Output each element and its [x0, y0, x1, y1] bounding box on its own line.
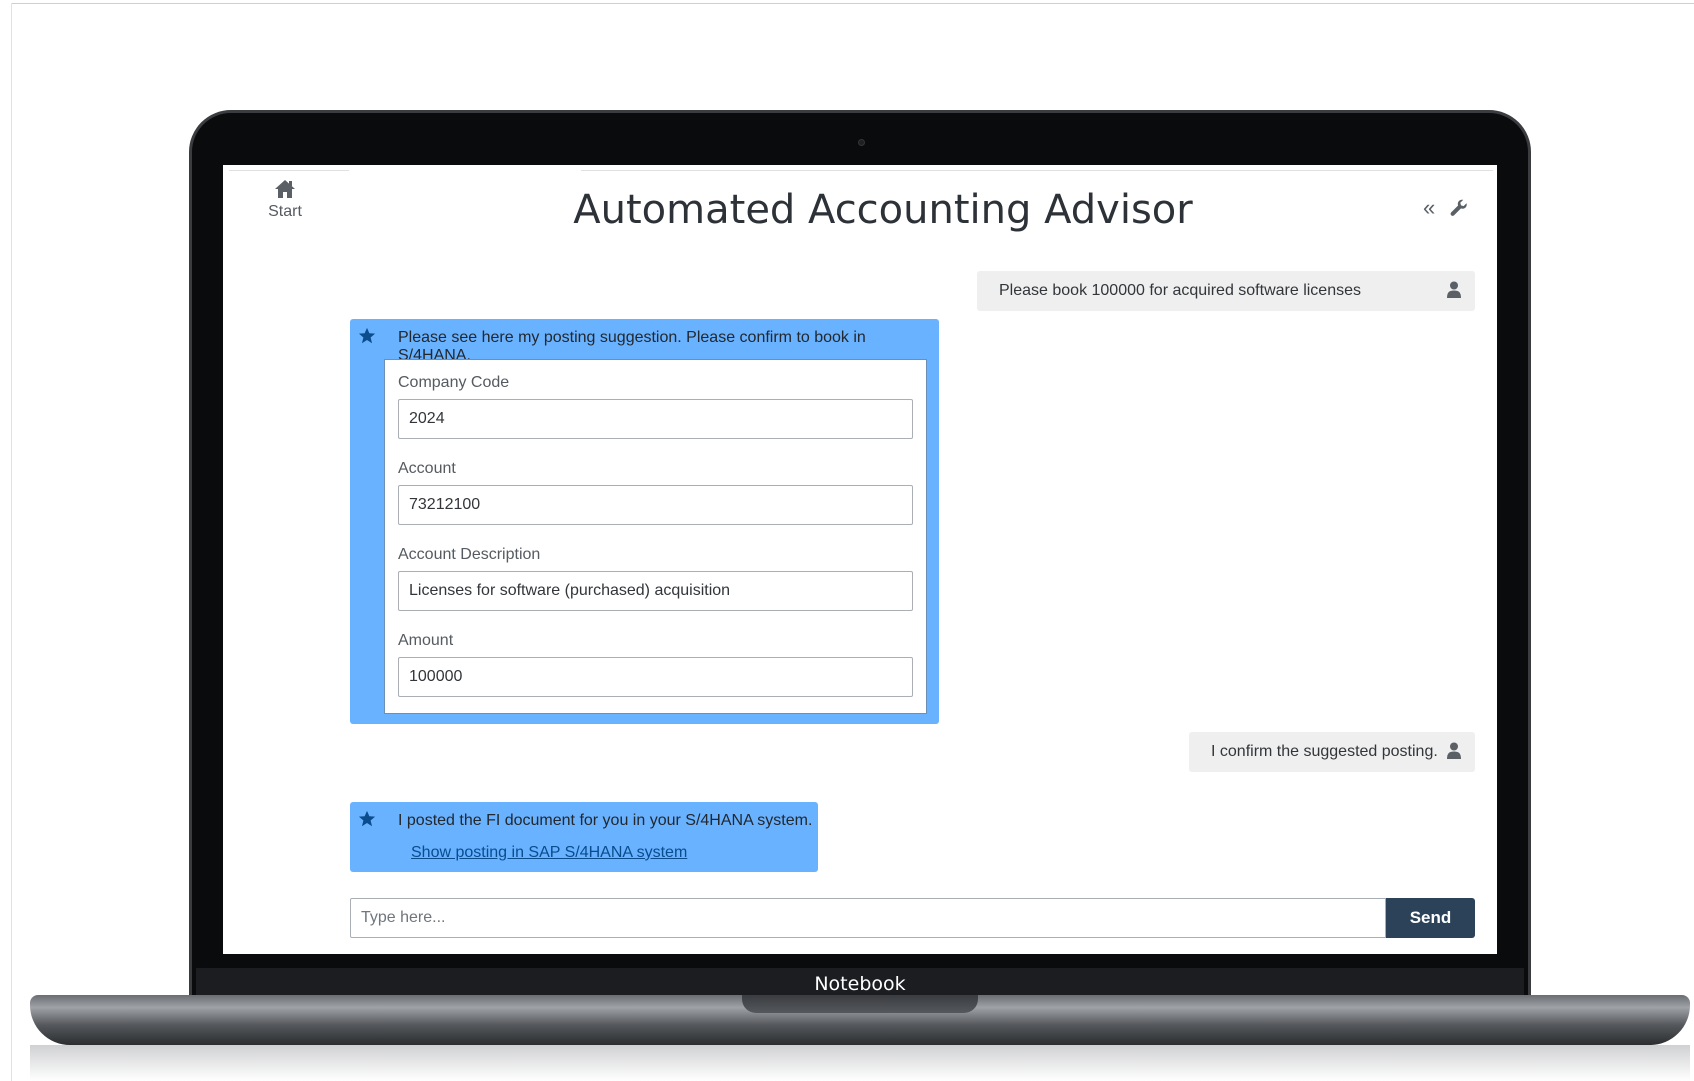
start-label: Start	[268, 203, 302, 220]
laptop-notch	[742, 995, 978, 1013]
account-field[interactable]	[398, 485, 913, 525]
posting-form: Company Code Account Account Description…	[384, 359, 927, 714]
bot-message-confirmation: I posted the FI document for you in your…	[350, 802, 818, 872]
account-description-label: Account Description	[398, 546, 541, 563]
user-message-text: I confirm the suggested posting.	[1211, 743, 1438, 760]
user-message-text: Please book 100000 for acquired software…	[999, 282, 1361, 299]
home-icon	[275, 180, 295, 198]
person-icon	[1447, 281, 1461, 298]
company-code-field[interactable]	[398, 399, 913, 439]
chat-input[interactable]	[350, 898, 1386, 938]
person-icon	[1447, 742, 1461, 759]
header-divider	[229, 170, 349, 171]
double-chevron-left-icon[interactable]: «	[1423, 197, 1435, 219]
bot-message-suggestion: Please see here my posting suggestion. P…	[350, 319, 939, 724]
star-icon	[358, 327, 376, 344]
send-button[interactable]: Send	[1386, 898, 1475, 938]
start-button[interactable]: Start	[245, 179, 325, 221]
bot-message-text: I posted the FI document for you in your…	[398, 812, 813, 829]
account-label: Account	[398, 460, 456, 477]
account-description-field[interactable]	[398, 571, 913, 611]
user-message: I confirm the suggested posting.	[1189, 732, 1475, 772]
amount-field[interactable]	[398, 657, 913, 697]
header-divider	[581, 170, 1493, 171]
laptop-reflection	[30, 1045, 1690, 1081]
app-screen: Start Automated Accounting Advisor « Ple…	[223, 165, 1497, 954]
frame-top-border	[11, 3, 1694, 4]
star-icon	[358, 810, 376, 827]
company-code-label: Company Code	[398, 374, 510, 391]
show-posting-link[interactable]: Show posting in SAP S/4HANA system	[411, 844, 687, 862]
amount-label: Amount	[398, 632, 454, 649]
frame-left-border	[11, 3, 12, 1081]
page-title: Automated Accounting Advisor	[573, 187, 1193, 233]
device-label: Notebook	[814, 973, 906, 995]
wrench-icon[interactable]	[1450, 199, 1468, 217]
user-message: Please book 100000 for acquired software…	[977, 271, 1475, 311]
camera-icon	[858, 139, 865, 146]
